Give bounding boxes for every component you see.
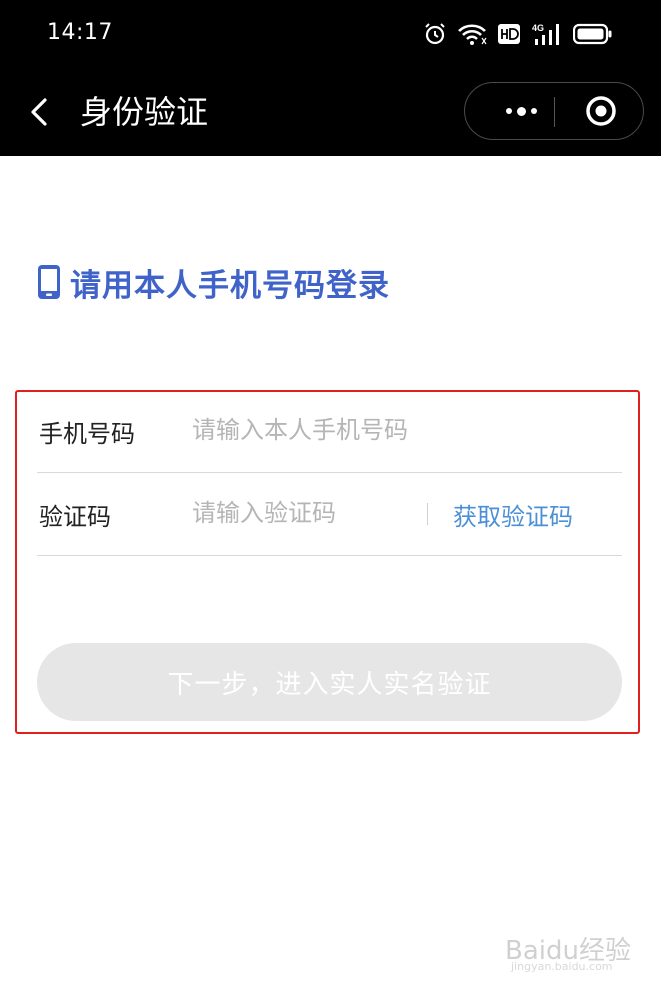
signal-icon: 4G: [532, 23, 559, 45]
heading-text: 请用本人手机号码登录: [70, 267, 390, 304]
mini-program-capsule: [464, 82, 644, 140]
battery-icon: [573, 23, 612, 45]
login-heading: 请用本人手机号码登录: [36, 262, 390, 304]
baidu-watermark-logo: Baidu经验 jingyan.baidu.com: [505, 916, 635, 976]
status-time: 14:17: [47, 20, 113, 45]
phone-icon: [38, 265, 60, 299]
hd-icon: [498, 24, 520, 44]
more-dots-icon[interactable]: [487, 83, 555, 139]
code-label: 验证码: [39, 503, 111, 531]
target-icon[interactable]: [585, 95, 617, 127]
get-code-button[interactable]: 获取验证码: [453, 497, 573, 532]
watermark-url: jingyan.baidu.com: [511, 960, 613, 973]
status-icons: 4G: [423, 20, 613, 48]
network-label: 4G: [532, 23, 544, 33]
code-row: 验证码 获取验证码: [37, 473, 622, 556]
phone-input[interactable]: [192, 410, 452, 450]
wifi-icon: [458, 24, 487, 45]
page-title: 身份验证: [80, 93, 209, 131]
back-arrow-icon[interactable]: [26, 92, 56, 132]
phone-label: 手机号码: [39, 420, 135, 448]
phone-row: 手机号码: [37, 390, 622, 473]
code-divider: [427, 503, 428, 525]
status-bar: 14:17 4G: [0, 0, 661, 70]
alarm-icon: [425, 23, 445, 45]
code-input[interactable]: [192, 493, 412, 533]
next-step-button[interactable]: 下一步，进入实人实名验证: [37, 643, 622, 721]
nav-bar: 身份验证: [0, 70, 661, 156]
capsule-divider: [554, 97, 555, 127]
